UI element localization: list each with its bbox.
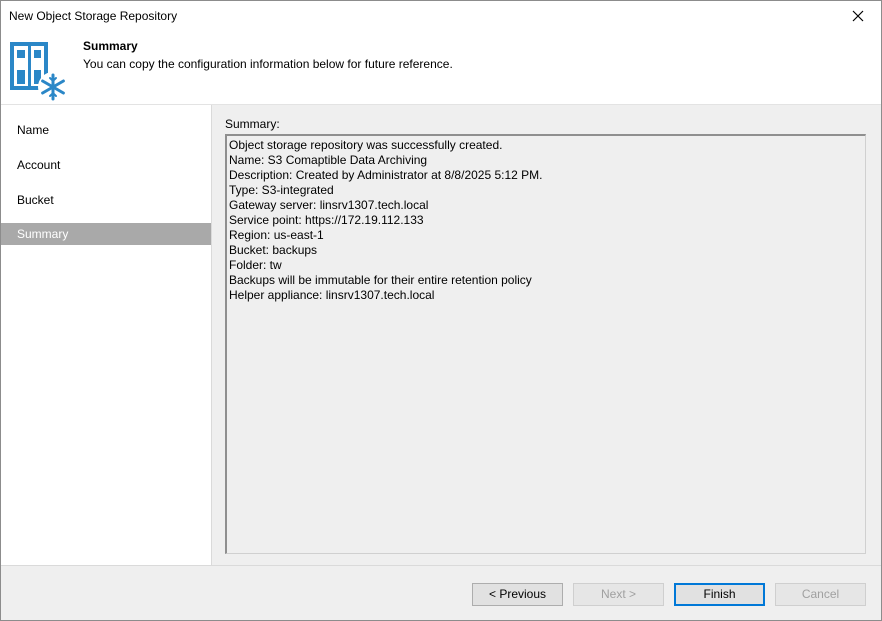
title-bar: New Object Storage Repository <box>1 1 881 32</box>
wizard-footer: < Previous Next > Finish Cancel <box>1 565 881 620</box>
summary-line: Bucket: backups <box>229 243 318 257</box>
summary-line: Name: S3 Comaptible Data Archiving <box>229 153 428 167</box>
wizard-steps-sidebar: Name Account Bucket Summary <box>1 105 212 565</box>
summary-line: Folder: tw <box>229 258 282 272</box>
close-button[interactable] <box>835 1 881 31</box>
summary-line: Object storage repository was successful… <box>229 138 503 152</box>
previous-button[interactable]: < Previous <box>472 583 563 606</box>
summary-line: Gateway server: linsrv1307.tech.local <box>229 198 429 212</box>
window-title: New Object Storage Repository <box>9 9 178 23</box>
summary-textbox[interactable]: Object storage repository was successful… <box>225 134 866 554</box>
summary-line: Type: S3-integrated <box>229 183 334 197</box>
sidebar-item-summary[interactable]: Summary <box>1 223 211 245</box>
cancel-button[interactable]: Cancel <box>775 583 866 606</box>
object-storage-immutable-icon <box>10 42 68 102</box>
summary-label: Summary: <box>225 117 280 131</box>
next-button[interactable]: Next > <box>573 583 664 606</box>
wizard-header: Summary You can copy the configuration i… <box>1 32 881 104</box>
wizard-window: New Object Storage Repository Summary Yo… <box>0 0 882 621</box>
summary-line: Helper appliance: linsrv1307.tech.local <box>229 288 435 302</box>
step-title: Summary <box>83 39 138 53</box>
finish-button[interactable]: Finish <box>674 583 765 606</box>
summary-line: Service point: https://172.19.112.133 <box>229 213 424 227</box>
summary-panel: Summary: Object storage repository was s… <box>212 105 881 565</box>
sidebar-item-bucket[interactable]: Bucket <box>1 189 211 211</box>
sidebar-item-name[interactable]: Name <box>1 119 211 141</box>
summary-line: Region: us-east-1 <box>229 228 324 242</box>
close-icon <box>852 10 864 22</box>
summary-line: Backups will be immutable for their enti… <box>229 273 532 287</box>
step-description: You can copy the configuration informati… <box>83 57 453 71</box>
summary-line: Description: Created by Administrator at… <box>229 168 543 182</box>
sidebar-item-account[interactable]: Account <box>1 154 211 176</box>
